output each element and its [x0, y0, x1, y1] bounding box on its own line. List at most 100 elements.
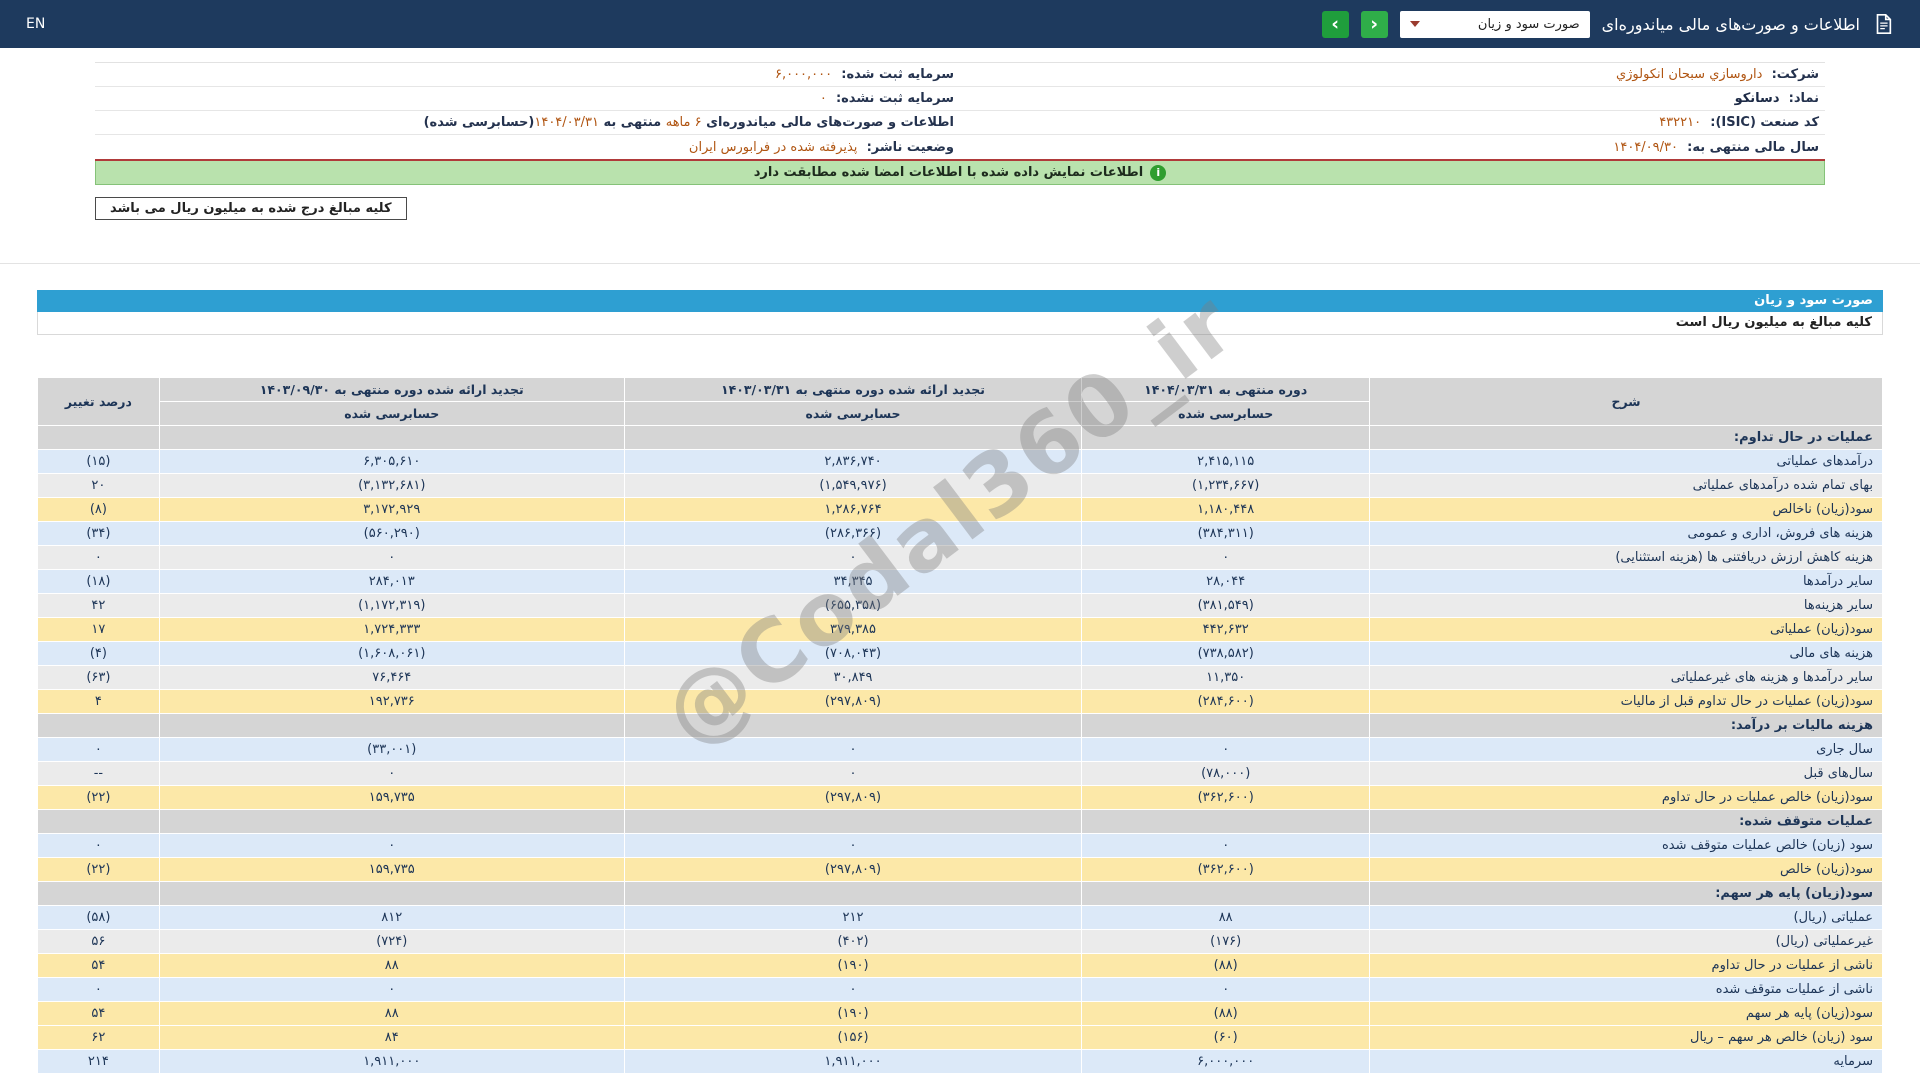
company-info-row: سال مالی منتهی به: ۱۴۰۴/۰۹/۳۰ وضعیت ناشر…	[95, 135, 1825, 159]
value-period-current: ۰	[1081, 737, 1371, 762]
value-change-percent: (۲۲)	[37, 785, 160, 810]
value-period-restated-annual: ۸۴	[158, 1025, 625, 1050]
value-period-restated-mid: (۷۰۸,۰۴۳)	[623, 641, 1083, 666]
income-statement-table: شرح دوره منتهی به ۱۴۰۴/۰۳/۳۱ تجدید ارائه…	[37, 377, 1883, 1074]
unregistered-capital-pair: سرمایه ثبت نشده: ۰	[95, 91, 960, 106]
value-period-restated-annual: ۰	[158, 761, 625, 786]
statement-data-row: هزینه های مالی (۷۳۸,۵۸۲) (۷۰۸,۰۴۳) (۱,۶۰۸,۰…	[37, 641, 1883, 666]
isic-code-label: کد صنعت (ISIC):	[1710, 115, 1819, 130]
company-name-pair: شرکت: داروسازي سبحان انکولوژي	[960, 67, 1825, 82]
chevron-down-icon	[1409, 21, 1420, 27]
value-change-percent: ۵۶	[37, 929, 160, 954]
value-change-percent	[37, 881, 160, 906]
info-icon: i	[1150, 164, 1167, 181]
value-period-current: ۲۸,۰۴۴	[1081, 569, 1371, 594]
value-period-restated-annual: ۱,۹۱۱,۰۰۰	[158, 1049, 625, 1074]
statement-data-row: سود(زیان) خالص (۳۶۲,۶۰۰) (۲۹۷,۸۰۹) ۱۵۹,۷۳۵(…	[37, 857, 1883, 882]
value-period-restated-annual	[158, 809, 625, 834]
value-period-restated-mid	[623, 881, 1083, 906]
statement-section-row: عملیات در حال تداوم:	[37, 425, 1883, 450]
value-period-restated-annual: ۱۵۹,۷۳۵	[158, 785, 625, 810]
value-period-restated-mid: (۲۹۷,۸۰۹)	[623, 857, 1083, 882]
value-change-percent: ۶۲	[37, 1025, 160, 1050]
row-description: عملیات در حال تداوم:	[1369, 425, 1883, 450]
value-period-restated-mid: ۰	[623, 737, 1083, 762]
value-period-restated-annual: ۱۵۹,۷۳۵	[158, 857, 625, 882]
company-value: داروسازي سبحان انکولوژي	[1615, 67, 1763, 82]
header-divider	[0, 263, 1920, 264]
value-period-restated-annual: ۸۸	[158, 1001, 625, 1026]
value-change-percent: (۴)	[37, 641, 160, 666]
value-period-restated-mid: ۱,۹۱۱,۰۰۰	[623, 1049, 1083, 1074]
statement-data-row: سود(زیان) عملیاتی ۴۴۲,۶۳۲ ۳۷۹,۳۸۵ ۱,۷۲۴,۳۳۳…	[37, 617, 1883, 642]
prev-report-button[interactable]: ‹	[1360, 10, 1388, 38]
value-period-restated-mid	[623, 425, 1083, 450]
value-change-percent: (۳۴)	[37, 521, 160, 546]
value-period-restated-mid: ۲۱۲	[623, 905, 1083, 930]
row-description: سود(زیان) پایه هر سهم:	[1369, 881, 1883, 906]
value-period-restated-annual: ۸۸	[158, 953, 625, 978]
statement-data-row: سود(زیان) پایه هر سهم (۸۸) (۱۹۰) ۸۸ ۵۴	[37, 1001, 1883, 1026]
statement-data-row: ناشی از عملیات متوقف شده ۰ ۰ ۰ ۰	[37, 977, 1883, 1002]
value-period-current: ۰	[1081, 545, 1371, 570]
value-period-current: (۲۸۴,۶۰۰)	[1081, 689, 1371, 714]
row-description: هزینه های فروش، اداری و عمومی	[1369, 521, 1883, 546]
row-description: درآمدهای عملیاتی	[1369, 449, 1883, 474]
isic-code-value: ۴۳۲۲۱۰	[1659, 115, 1702, 130]
value-change-percent	[37, 809, 160, 834]
ticker-value: دسانکو	[1734, 91, 1780, 106]
registered-capital-value: ۶,۰۰۰,۰۰۰	[774, 67, 833, 82]
value-period-restated-annual: ۶,۳۰۵,۶۱۰	[158, 449, 625, 474]
company-info-row: نماد: دسانکو سرمایه ثبت نشده: ۰	[95, 87, 1825, 111]
value-period-restated-annual: ۰	[158, 545, 625, 570]
statement-section-row: عملیات متوقف شده:	[37, 809, 1883, 834]
report-document-icon	[1872, 13, 1894, 35]
audited-label: حسابرسی شده	[1081, 401, 1371, 426]
next-report-button[interactable]: ›	[1321, 10, 1349, 38]
statement-data-row: سود (زیان) خالص عملیات متوقف شده ۰ ۰ ۰ ۰	[37, 833, 1883, 858]
value-period-current: ۰	[1081, 977, 1371, 1002]
row-description: سود(زیان) عملیاتی	[1369, 617, 1883, 642]
value-period-restated-mid: ۳۰,۸۴۹	[623, 665, 1083, 690]
statement-data-row: هزینه های فروش، اداری و عمومی (۳۸۴,۳۱۱) (۲…	[37, 521, 1883, 546]
language-switch-en[interactable]: EN	[26, 16, 45, 32]
value-period-restated-annual: (۱,۱۷۲,۳۱۹)	[158, 593, 625, 618]
ticker-pair: نماد: دسانکو	[960, 91, 1825, 106]
statement-data-row: سال‌های قبل (۷۸,۰۰۰) ۰ ۰ --	[37, 761, 1883, 786]
top-navbar: اطلاعات و صورت‌های مالی میاندوره‌ای صورت…	[0, 0, 1920, 48]
registered-capital-label: سرمایه ثبت شده:	[841, 67, 954, 82]
value-period-restated-mid	[623, 713, 1083, 738]
value-period-current: (۳۸۴,۳۱۱)	[1081, 521, 1371, 546]
value-period-restated-mid: ۳۴,۳۴۵	[623, 569, 1083, 594]
value-change-percent: ۵۴	[37, 953, 160, 978]
value-change-percent: --	[37, 761, 160, 786]
isic-code-pair: کد صنعت (ISIC): ۴۳۲۲۱۰	[960, 115, 1825, 130]
value-change-percent: ۵۴	[37, 1001, 160, 1026]
unregistered-capital-value: ۰	[819, 91, 827, 106]
value-change-percent: (۱۸)	[37, 569, 160, 594]
value-change-percent: (۵۸)	[37, 905, 160, 930]
value-period-restated-annual: ۰	[158, 833, 625, 858]
value-period-restated-annual: (۷۲۴)	[158, 929, 625, 954]
value-period-restated-mid: (۱,۵۴۹,۹۷۶)	[623, 473, 1083, 498]
amounts-unit-box: کلیه مبالغ درج شده به میلیون ریال می باش…	[95, 197, 407, 220]
registered-capital-pair: سرمایه ثبت شده: ۶,۰۰۰,۰۰۰	[95, 67, 960, 82]
report-type-select[interactable]: صورت سود و زیان	[1399, 10, 1590, 38]
statement-data-row: غیرعملیاتی (ریال) (۱۷۶) (۴۰۲) (۷۲۴) ۵۶	[37, 929, 1883, 954]
company-label: شرکت:	[1771, 67, 1819, 82]
row-description: سایر درآمدها و هزینه های غیرعملیاتی	[1369, 665, 1883, 690]
value-change-percent: ۱۷	[37, 617, 160, 642]
row-description: غیرعملیاتی (ریال)	[1369, 929, 1883, 954]
value-period-restated-mid: ۰	[623, 545, 1083, 570]
report-period-length: ۶ ماهه	[665, 115, 702, 130]
value-period-current: ۱,۱۸۰,۴۴۸	[1081, 497, 1371, 522]
value-period-restated-mid: (۱۹۰)	[623, 1001, 1083, 1026]
value-period-restated-mid: ۱,۲۸۶,۷۶۴	[623, 497, 1083, 522]
value-period-current: (۸۸)	[1081, 1001, 1371, 1026]
value-period-restated-annual	[158, 881, 625, 906]
statement-data-row: سود(زیان) عملیات در حال تداوم قبل از مال…	[37, 689, 1883, 714]
column-header-change-percent: درصد تغییر	[37, 377, 160, 426]
ticker-label: نماد:	[1788, 91, 1819, 106]
statement-data-row: عملیاتی (ریال) ۸۸ ۲۱۲ ۸۱۲ (۵۸)	[37, 905, 1883, 930]
row-description: سود(زیان) خالص عملیات در حال تداوم	[1369, 785, 1883, 810]
